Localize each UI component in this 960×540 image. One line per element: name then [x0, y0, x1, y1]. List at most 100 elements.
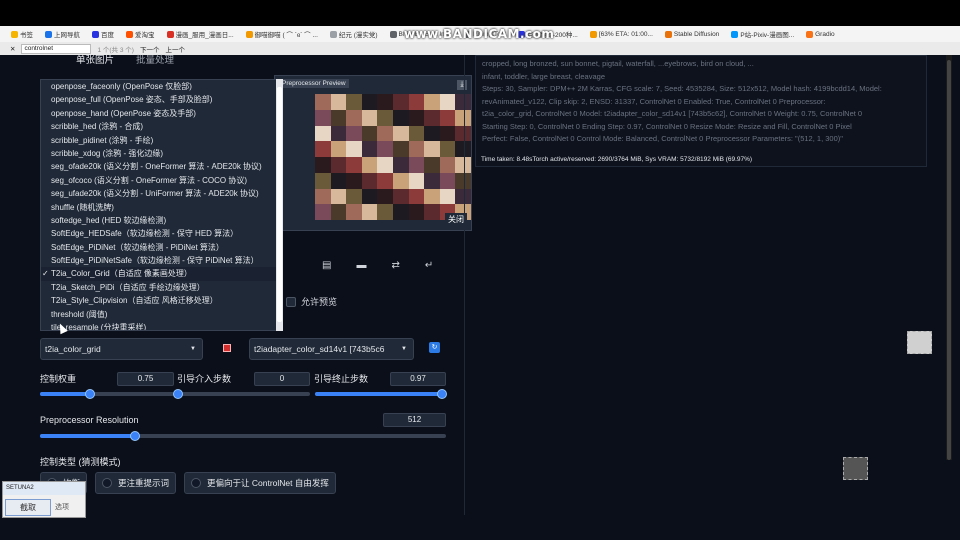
model-select[interactable]: t2iadapter_color_sd14v1 [743b5c6 ▼	[249, 338, 414, 360]
control-mode-controlnet[interactable]: 更偏向于让 ControlNet 自由发挥	[184, 472, 336, 494]
dropdown-option-label: seg_ofcoco (语义分割 - OneFormer 算法 - COCO 协…	[51, 175, 248, 185]
preprocessor-dropdown[interactable]: openpose_faceonly (OpenPose 仅脸部) openpose…	[40, 79, 283, 331]
dropdown-option[interactable]: scribble_xdog (涂鸦 - 强化边缘)	[41, 147, 282, 160]
new-canvas-icon[interactable]: ▤	[322, 260, 331, 271]
bookmark-item[interactable]: Stable Diffusion	[660, 30, 724, 38]
control-weight-input[interactable]: 0.75	[117, 372, 174, 386]
dropdown-option[interactable]: SoftEdge_PiDiNetSafe（软边缘检测 - 保守 PiDiNet …	[41, 254, 282, 267]
tab-single-image[interactable]: 单张图片	[76, 52, 114, 66]
swap-icon[interactable]: ⇄	[391, 260, 399, 271]
mosaic-cell	[408, 172, 425, 189]
bookmark-icon	[589, 30, 597, 38]
preprocessor-preview: Preprocessor Preview ⤓ 关闭	[274, 75, 472, 231]
mosaic-cell	[408, 125, 425, 142]
dropdown-option[interactable]: ✓ T2ia_Color_Grid（自适应 像素画处理）	[41, 267, 282, 281]
bookmark-item[interactable]: [63% ETA: 01:00...	[585, 30, 658, 38]
dropdown-option[interactable]: seg_ofade20k (语义分割 - OneFormer 算法 - ADE2…	[41, 160, 282, 173]
guidance-end-input[interactable]: 0.97	[390, 372, 446, 386]
floating-thumbnail[interactable]	[907, 331, 932, 354]
setuna-window: SETUNA2 截取 选项	[2, 481, 86, 518]
model-value: t2iadapter_color_sd14v1 [743b5c6	[254, 344, 385, 354]
bookmark-item[interactable]: 纪元 (漫实党)	[325, 29, 383, 39]
dropdown-option[interactable]: tile_resample (分块重采样)	[41, 321, 282, 330]
control-weight-slider[interactable]	[40, 389, 174, 399]
refresh-icon[interactable]: ↻	[429, 342, 440, 353]
tab-batch[interactable]: 批量处理	[136, 52, 174, 66]
mosaic-cell	[315, 141, 331, 157]
dropdown-option[interactable]: T2ia_Style_Clipvision（自适应 风格迁移处理）	[41, 294, 282, 307]
bookmark-item[interactable]: Gradio	[801, 30, 840, 38]
camera-icon[interactable]: ▬	[356, 260, 366, 271]
bookmark-label: 书签	[20, 32, 33, 39]
bookmark-item[interactable]: 书签	[6, 29, 38, 39]
dropdown-option[interactable]: threshold (阈值)	[41, 308, 282, 321]
control-mode-prompt[interactable]: 更注重提示词	[95, 472, 177, 494]
dropdown-option-label: openpose_faceonly (OpenPose 仅脸部)	[51, 82, 192, 91]
allow-preview-checkbox[interactable]: 允许预览	[286, 295, 337, 308]
bookmark-item[interactable]: 御喵御喵 ( ⌒ `ɞ´ ⌒ ...	[241, 29, 323, 39]
slider-knob[interactable]	[173, 389, 183, 399]
dropdown-option[interactable]: T2ia_Sketch_PiDi（自适应 手绘边缘处理）	[41, 281, 282, 294]
dropdown-option-label: threshold (阈值)	[51, 309, 108, 319]
allow-preview-label: 允许预览	[301, 297, 338, 307]
dropdown-option[interactable]: SoftEdge_PiDiNet（软边缘检测 - PiDiNet 算法）	[41, 241, 282, 254]
page-scroll-thumb[interactable]	[947, 60, 951, 460]
dropdown-option[interactable]: seg_ofcoco (语义分割 - OneFormer 算法 - COCO 协…	[41, 174, 282, 187]
mosaic-cell	[315, 204, 331, 220]
mosaic-cell	[393, 94, 409, 110]
mosaic-cell	[439, 141, 456, 157]
option-button[interactable]: 选项	[55, 502, 69, 512]
floating-thumbnail-2[interactable]	[843, 457, 868, 480]
guidance-end-slider[interactable]	[315, 389, 448, 399]
bookmark-item[interactable]: P站-Pixiv-漫画图...	[726, 29, 799, 39]
mosaic-cell	[408, 141, 425, 157]
mosaic-cell	[330, 188, 347, 205]
mosaic-cell	[330, 125, 347, 142]
bookmark-item[interactable]: 爱淘宝	[121, 29, 160, 39]
dropdown-option-label: scribble_xdog (涂鸦 - 强化边缘)	[51, 148, 164, 158]
mosaic-cell	[377, 94, 393, 110]
bookmark-item[interactable]: 百度	[87, 29, 119, 39]
dropdown-option-label: openpose_full (OpenPose 姿态、手部及脸部)	[51, 95, 213, 105]
bookmark-item[interactable]: 漫画_服用_漫画日...	[162, 29, 239, 39]
preproc-resolution-input[interactable]: 512	[383, 413, 446, 427]
preprocessor-select[interactable]: t2ia_color_grid ▼	[40, 338, 203, 360]
capture-button[interactable]: 截取	[5, 499, 51, 516]
dropdown-option[interactable]: openpose_hand (OpenPose 姿态及手部)	[41, 107, 282, 120]
dropdown-option[interactable]: scribble_hed (涂鸦 - 合成)	[41, 120, 282, 133]
dropdown-option[interactable]: openpose_faceonly (OpenPose 仅脸部)	[41, 80, 282, 93]
bandicam-watermark: www.BANDICAM.com	[404, 27, 555, 41]
dropdown-scroll-thumb[interactable]	[277, 87, 282, 322]
mosaic-cell	[439, 125, 456, 142]
guidance-start-slider[interactable]	[173, 389, 310, 399]
preproc-resolution-label: Preprocessor Resolution	[40, 415, 139, 425]
mosaic-cell	[393, 204, 409, 220]
guidance-start-input[interactable]: 0	[254, 372, 310, 386]
run-preprocessor-icon[interactable]	[223, 344, 231, 352]
mosaic-cell	[377, 188, 393, 205]
bookmark-item[interactable]: 上网导航	[40, 29, 85, 39]
close-find-icon[interactable]: ✕	[10, 45, 15, 53]
dropdown-option[interactable]: softedge_hed (HED 软边缘检测)	[41, 214, 282, 227]
dropdown-option-label: T2ia_Sketch_PiDi（自适应 手绘边缘处理）	[51, 282, 205, 292]
dropdown-option-label: shuffle (随机洗牌)	[51, 202, 114, 212]
preview-image	[315, 94, 471, 220]
mosaic-cell	[424, 188, 440, 205]
mosaic-cell	[408, 204, 425, 220]
mosaic-cell	[439, 172, 456, 189]
dropdown-option[interactable]: seg_ufade20k (语义分割 - UniFormer 算法 - ADE2…	[41, 187, 282, 200]
preproc-resolution-slider[interactable]	[40, 431, 446, 441]
dropdown-option[interactable]: scribble_pidinet (涂鸦 - 手绘)	[41, 134, 282, 147]
dropdown-option[interactable]: openpose_full (OpenPose 姿态、手部及脸部)	[41, 93, 282, 106]
bookmark-label: 爱淘宝	[135, 32, 155, 39]
mosaic-cell	[424, 125, 440, 142]
dropdown-option[interactable]: shuffle (随机洗牌)	[41, 201, 282, 214]
mosaic-cell	[377, 172, 393, 189]
dropdown-option[interactable]: SoftEdge_HEDSafe（软边缘检测 - 保守 HED 算法）	[41, 227, 282, 240]
mosaic-cell	[330, 157, 347, 173]
send-dimensions-icon[interactable]: ↵	[425, 260, 433, 271]
slider-knob[interactable]	[437, 389, 448, 399]
mosaic-cell	[393, 157, 409, 173]
allow-preview-box[interactable]	[286, 296, 296, 307]
dropdown-option-label: SoftEdge_PiDiNet（软边缘检测 - PiDiNet 算法）	[51, 242, 224, 252]
